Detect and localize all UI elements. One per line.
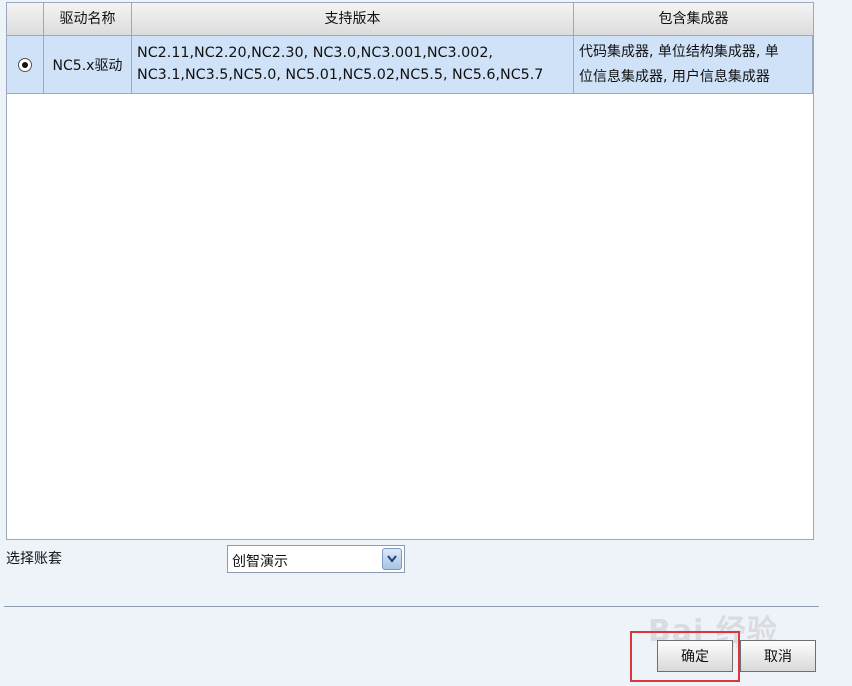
table-row[interactable]: NC5.x驱动 NC2.11,NC2.20,NC2.30, NC3.0,NC3.… xyxy=(7,36,813,94)
chevron-down-icon[interactable] xyxy=(382,548,402,570)
account-select[interactable]: 创智演示 xyxy=(227,545,405,573)
header-integrators[interactable]: 包含集成器 xyxy=(574,3,813,35)
row-select-cell[interactable] xyxy=(7,36,44,93)
row-radio-button[interactable] xyxy=(18,57,32,72)
header-supported-versions[interactable]: 支持版本 xyxy=(132,3,574,35)
versions-line-2: NC3.1,NC3.5,NC5.0, NC5.01,NC5.02,NC5.5, … xyxy=(137,67,544,83)
driver-table: 驱动名称 支持版本 包含集成器 NC5.x驱动 NC2.11,NC2.20,NC… xyxy=(6,2,814,540)
account-select-value: 创智演示 xyxy=(232,554,288,570)
supported-versions-cell: NC2.11,NC2.20,NC2.30, NC3.0,NC3.001,NC3.… xyxy=(132,36,574,93)
header-select-column xyxy=(7,3,44,35)
driver-name-cell: NC5.x驱动 xyxy=(44,36,132,93)
integrators-cell: 代码集成器, 单位结构集成器, 单 位信息集成器, 用户信息集成器 xyxy=(574,36,813,93)
account-label: 选择账套 xyxy=(6,551,62,567)
versions-line-1: NC2.11,NC2.20,NC2.30, NC3.0,NC3.001,NC3.… xyxy=(137,45,493,61)
divider xyxy=(4,606,819,607)
integrators-line-2: 位信息集成器, 用户信息集成器 xyxy=(579,69,770,85)
table-header: 驱动名称 支持版本 包含集成器 xyxy=(7,3,813,36)
radio-selected-dot xyxy=(22,61,28,68)
confirm-button[interactable]: 确定 xyxy=(657,640,733,672)
header-driver-name[interactable]: 驱动名称 xyxy=(44,3,132,35)
integrators-line-1: 代码集成器, 单位结构集成器, 单 xyxy=(579,44,779,60)
cancel-button[interactable]: 取消 xyxy=(740,640,816,672)
